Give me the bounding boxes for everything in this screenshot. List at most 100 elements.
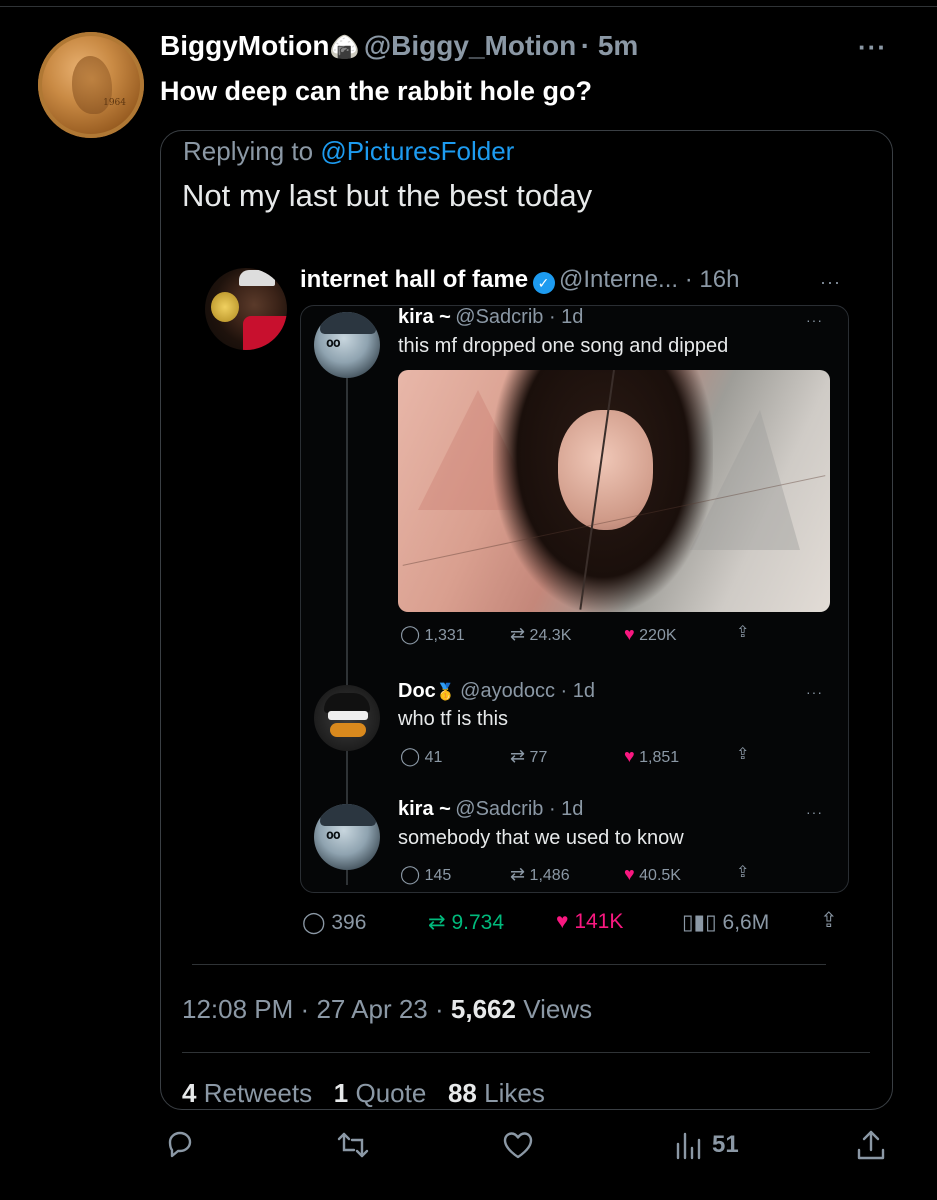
share-icon: ⇪	[736, 864, 750, 881]
tweet-time[interactable]: · 5m	[581, 30, 639, 61]
post-like-stat: ♥ 40.5K	[624, 864, 681, 885]
verified-badge-icon: ✓	[532, 271, 555, 294]
top-divider	[0, 6, 937, 7]
retweet-icon	[337, 1132, 369, 1158]
share-icon: ⇪	[736, 746, 750, 763]
embedded-retweet-stat: ⇄ 9.734	[428, 910, 504, 935]
share-button[interactable]	[856, 1128, 886, 1162]
retweet-button[interactable]	[336, 1130, 370, 1160]
heart-icon: ♥	[624, 864, 635, 884]
views-count: 51	[712, 1131, 739, 1158]
embedded-view-count: 6,6M	[722, 911, 770, 934]
embedded-more-icon: ···	[820, 272, 841, 292]
heart-icon	[503, 1132, 533, 1159]
reply-icon: ◯	[400, 746, 421, 766]
post-retweet-count: 1,486	[529, 867, 570, 884]
bar-chart-icon	[676, 1132, 701, 1160]
avatar-cap	[239, 270, 275, 286]
post-reply-count: 145	[424, 867, 452, 884]
post-like-count: 40.5K	[639, 867, 681, 884]
embedded-reply-count: 396	[331, 911, 367, 934]
post-author: Doc	[398, 680, 436, 702]
post-reply-stat: ◯ 1,331	[400, 624, 465, 645]
user-handle[interactable]: @Biggy_Motion	[364, 30, 576, 61]
post-reply-count: 1,331	[424, 627, 465, 644]
divider	[182, 1052, 870, 1053]
views-label: Views	[523, 994, 593, 1024]
post-more-icon: ···	[806, 684, 823, 700]
embedded-author-handle: @Interne... · 16h	[558, 266, 740, 293]
post-retweet-stat: ⇄ 77	[510, 746, 547, 767]
embedded-author-name: internet hall of fame	[300, 266, 529, 293]
post-like-count: 1,851	[639, 749, 680, 766]
post-avatar: oo	[314, 804, 380, 870]
post-like-count: 220K	[639, 627, 677, 644]
share-icon: ⇪	[820, 909, 838, 932]
replying-prefix: Replying to	[183, 136, 321, 166]
quotes-link[interactable]: 1 Quote	[334, 1078, 427, 1108]
avatar[interactable]: 1964	[38, 32, 144, 138]
retweet-icon: ⇄	[510, 746, 526, 766]
embedded-avatar	[205, 268, 287, 350]
reply-button[interactable]	[164, 1128, 196, 1160]
share-icon	[857, 1130, 885, 1160]
post-reply-stat: ◯ 145	[400, 864, 451, 885]
embedded-retweet-count: 9.734	[451, 911, 505, 934]
post-header: kira ~ @Sadcrib · 1d	[398, 306, 583, 329]
date: 27 Apr 23	[316, 994, 428, 1024]
retweet-icon: ⇄	[510, 864, 526, 884]
tweet-text: How deep can the rabbit hole go?	[160, 76, 593, 106]
post-handle: @ayodocc · 1d	[460, 680, 595, 702]
post-header: kira ~ @Sadcrib · 1d	[398, 798, 583, 821]
quoted-text: Not my last but the best today	[182, 178, 593, 213]
post-handle: @Sadcrib · 1d	[455, 798, 584, 820]
divider	[192, 964, 826, 965]
retweets-link[interactable]: 4 Retweets	[182, 1078, 312, 1108]
tweet-timestamp[interactable]: 12:08 PM · 27 Apr 23 · 5,662 Views	[182, 994, 592, 1025]
post-like-stat: ♥ 220K	[624, 624, 677, 645]
heart-icon: ♥	[624, 746, 635, 766]
reply-icon: ◯	[400, 624, 421, 644]
avatar-jersey	[243, 316, 287, 350]
like-button[interactable]	[502, 1130, 534, 1160]
retweet-icon: ⇄	[510, 624, 526, 644]
post-photo	[398, 370, 830, 612]
post-reply-count: 41	[424, 749, 443, 766]
avatar-date: 1964	[103, 98, 126, 108]
post-retweet-stat: ⇄ 1,486	[510, 864, 570, 885]
reply-icon: ◯	[400, 864, 421, 884]
post-like-stat: ♥ 1,851	[624, 746, 679, 767]
avatar-trophy	[211, 292, 239, 322]
post-text: somebody that we used to know	[398, 827, 684, 849]
post-header: Doc🥇 @ayodocc · 1d	[398, 680, 595, 703]
more-options-icon[interactable]: ···	[858, 32, 887, 63]
post-author: kira ~	[398, 306, 451, 328]
post-retweet-count: 77	[529, 749, 548, 766]
post-more-icon: ···	[806, 804, 823, 820]
embedded-like-stat: ♥ 141K	[556, 910, 623, 934]
likes-link[interactable]: 88 Likes	[448, 1078, 545, 1108]
post-text: this mf dropped one song and dipped	[398, 335, 729, 357]
post-avatar	[314, 685, 380, 751]
replying-handle-link[interactable]: @PicturesFolder	[320, 136, 514, 166]
display-name[interactable]: BiggyMotion	[160, 30, 330, 61]
post-retweet-stat: ⇄ 24.3K	[510, 624, 571, 645]
heart-icon: ♥	[624, 624, 635, 644]
time: 12:08 PM	[182, 994, 294, 1024]
views-count: 5,662	[450, 994, 516, 1024]
medal-icon: 🥇	[435, 684, 456, 701]
bar-chart-icon: ▯▮▯	[682, 911, 717, 934]
reply-icon: ◯	[302, 911, 326, 934]
post-handle: @Sadcrib · 1d	[455, 306, 584, 328]
heart-icon: ♥	[556, 910, 569, 933]
post-retweet-count: 24.3K	[529, 627, 572, 644]
engagement-counts: 4 Retweets 1 Quote 88 Likes	[182, 1078, 545, 1109]
share-icon: ⇪	[736, 624, 750, 641]
post-reply-stat: ◯ 41	[400, 746, 442, 767]
embedded-views-stat: ▯▮▯ 6,6M	[682, 910, 769, 935]
post-avatar: oo	[314, 312, 380, 378]
retweet-icon: ⇄	[428, 911, 446, 934]
reply-icon	[168, 1131, 192, 1158]
post-text: who tf is this	[398, 708, 509, 730]
views-button[interactable]: 51	[674, 1130, 739, 1160]
